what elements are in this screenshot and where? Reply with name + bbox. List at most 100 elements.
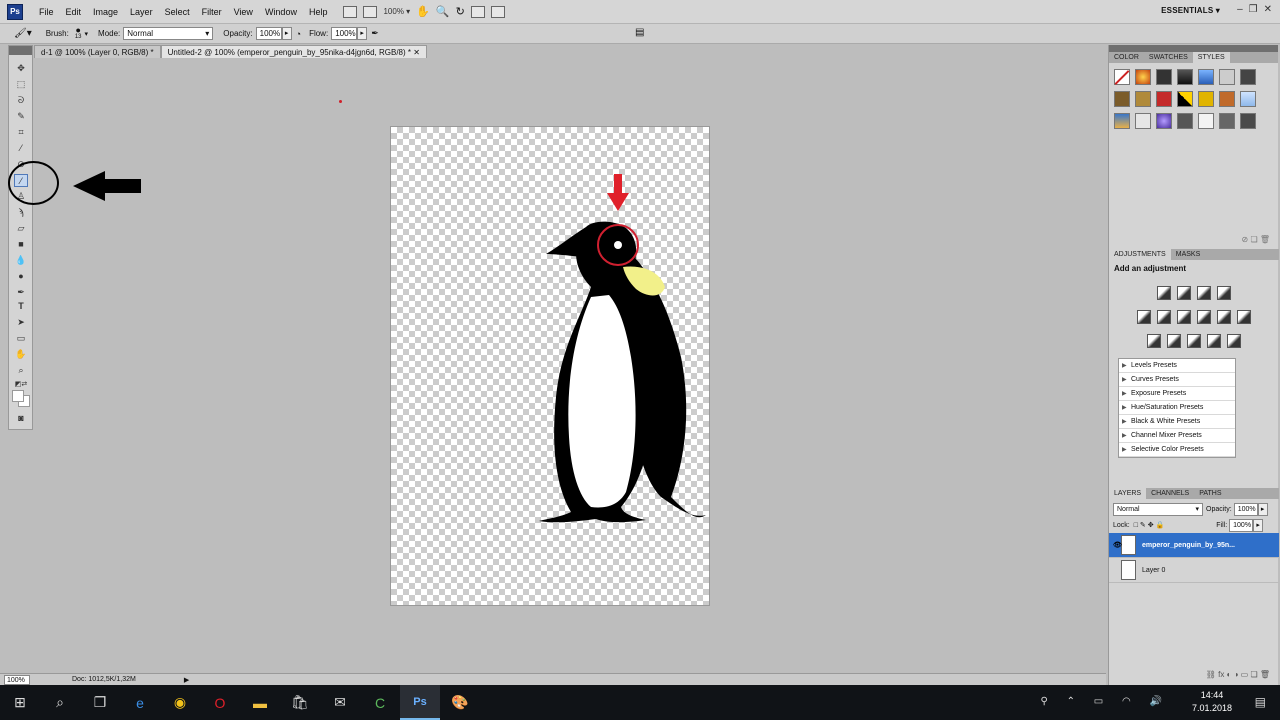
fill-field[interactable]: 100% xyxy=(1229,518,1254,532)
layer-opacity-field[interactable]: 100% xyxy=(1233,502,1258,516)
channel-mixer-icon[interactable] xyxy=(1237,310,1251,324)
style-swatch[interactable] xyxy=(1198,113,1214,129)
quick-mask-icon[interactable]: ◙ xyxy=(14,412,28,425)
view-extras-icon[interactable] xyxy=(363,5,378,18)
pressure-opacity-icon[interactable]: ◔ xyxy=(296,29,301,39)
style-swatch[interactable] xyxy=(1177,69,1193,85)
menu-help[interactable]: Help xyxy=(303,7,334,17)
style-swatch[interactable] xyxy=(1114,113,1130,129)
mode-select[interactable]: Normal ▾ xyxy=(123,27,214,40)
color-balance-icon[interactable] xyxy=(1177,310,1191,324)
menu-window[interactable]: Window xyxy=(259,7,303,17)
quick-selection-tool-icon[interactable]: ✎ xyxy=(14,110,28,123)
mail-icon[interactable]: ✉ xyxy=(320,685,360,720)
style-swatch[interactable] xyxy=(1240,69,1256,85)
panel-dock-header[interactable] xyxy=(1109,45,1278,52)
tab-swatches[interactable]: SWATCHES xyxy=(1144,52,1193,63)
tab-masks[interactable]: MASKS xyxy=(1171,249,1206,260)
preset-black-white[interactable]: Black & White Presets xyxy=(1119,415,1235,429)
style-swatch[interactable] xyxy=(1198,69,1214,85)
photo-filter-icon[interactable] xyxy=(1217,310,1231,324)
style-swatch[interactable] xyxy=(1135,69,1151,85)
preset-exposure[interactable]: Exposure Presets xyxy=(1119,387,1235,401)
tab-channels[interactable]: CHANNELS xyxy=(1146,488,1194,499)
brush-picker[interactable]: ● 13 xyxy=(75,25,82,41)
action-center-icon[interactable]: ▤ xyxy=(1255,695,1266,709)
style-swatch[interactable] xyxy=(1240,91,1256,107)
photoshop-taskbar-icon[interactable]: Ps xyxy=(400,685,440,720)
tab-document-2[interactable]: Untitled-2 @ 100% (emperor_penguin_by_95… xyxy=(160,45,427,58)
lock-icons[interactable]: □ ✎ ✥ 🔒 xyxy=(1134,521,1165,529)
style-swatch[interactable] xyxy=(1219,91,1235,107)
menu-image[interactable]: Image xyxy=(87,7,124,17)
bridge-icon[interactable] xyxy=(343,5,358,18)
start-button[interactable]: ⊞ xyxy=(0,685,40,720)
layer-row[interactable]: Layer 0 xyxy=(1109,558,1279,583)
opacity-field[interactable]: 100% xyxy=(255,27,282,40)
paint-icon[interactable]: 🎨 xyxy=(440,685,480,720)
hand-tool-icon[interactable]: ✋ xyxy=(14,348,28,361)
preset-levels[interactable]: Levels Presets xyxy=(1119,359,1235,373)
style-swatch[interactable] xyxy=(1114,69,1130,85)
restore-icon[interactable]: ❐ xyxy=(1249,4,1258,15)
exposure-icon[interactable] xyxy=(1217,286,1231,300)
menu-view[interactable]: View xyxy=(228,7,259,17)
flow-field[interactable]: 100% xyxy=(331,27,358,40)
zoom-tool-icon[interactable]: ⌕ xyxy=(14,364,28,377)
flow-slider-arrow[interactable]: ▸ xyxy=(357,27,368,40)
style-swatch[interactable] xyxy=(1114,91,1130,107)
levels-icon[interactable] xyxy=(1177,286,1191,300)
brush-picker-arrow[interactable]: ▾ xyxy=(85,30,89,38)
marquee-tool-icon[interactable]: ⬚ xyxy=(14,78,28,91)
crop-tool-icon[interactable]: ⌗ xyxy=(14,126,28,139)
layer-opacity-arrow[interactable]: ▸ xyxy=(1257,502,1268,516)
menu-edit[interactable]: Edit xyxy=(60,7,88,17)
style-swatch[interactable] xyxy=(1219,69,1235,85)
close-icon[interactable]: ✕ xyxy=(1264,4,1272,15)
screen-mode-icon[interactable] xyxy=(490,5,505,18)
preset-curves[interactable]: Curves Presets xyxy=(1119,373,1235,387)
selective-color-icon[interactable] xyxy=(1227,334,1241,348)
opera-browser-icon[interactable]: O xyxy=(200,685,240,720)
menu-layer[interactable]: Layer xyxy=(124,7,159,17)
style-swatch[interactable] xyxy=(1177,113,1193,129)
gradient-tool-icon[interactable]: ■ xyxy=(14,238,28,251)
foreground-color-swatch[interactable] xyxy=(12,390,24,402)
zoom-level-dropdown[interactable]: 100% ▾ xyxy=(383,7,410,16)
tab-layers[interactable]: LAYERS xyxy=(1109,488,1147,499)
menu-file[interactable]: File xyxy=(33,7,60,17)
airbrush-icon[interactable]: ✒ xyxy=(371,28,379,39)
minimize-icon[interactable]: – xyxy=(1237,4,1243,15)
hand-tool-icon[interactable]: ✋ xyxy=(416,5,430,18)
tab-adjustments[interactable]: ADJUSTMENTS xyxy=(1109,249,1171,260)
gradient-map-icon[interactable] xyxy=(1207,334,1221,348)
brush-panel-icon[interactable]: ▤ xyxy=(635,27,644,38)
style-swatch[interactable] xyxy=(1198,91,1214,107)
blur-tool-icon[interactable]: 💧 xyxy=(14,254,28,267)
menu-select[interactable]: Select xyxy=(159,7,196,17)
visibility-eye-icon[interactable]: 👁 xyxy=(1113,541,1122,549)
black-white-icon[interactable] xyxy=(1197,310,1211,324)
fill-arrow[interactable]: ▸ xyxy=(1253,518,1264,532)
chrome-browser-icon[interactable]: ◉ xyxy=(160,685,200,720)
store-icon[interactable]: 🛍 xyxy=(280,685,320,720)
document-canvas[interactable] xyxy=(390,126,710,606)
tab-styles[interactable]: STYLES xyxy=(1192,52,1230,63)
history-brush-tool-icon[interactable]: ϡ xyxy=(14,206,28,219)
file-explorer-icon[interactable]: ▬ xyxy=(240,685,280,720)
status-menu-arrow[interactable]: ▶ xyxy=(184,676,189,684)
style-swatch[interactable] xyxy=(1135,91,1151,107)
close-tab-icon[interactable]: ✕ xyxy=(413,48,420,57)
style-swatch[interactable] xyxy=(1156,91,1172,107)
workspace-switcher[interactable]: ESSENTIALS ▾ xyxy=(1161,6,1220,15)
preset-channel-mixer[interactable]: Channel Mixer Presets xyxy=(1119,429,1235,443)
path-selection-tool-icon[interactable]: ➤ xyxy=(14,316,28,329)
layers-panel-footer-icons[interactable]: ⛓ fx ◐ ◑ ▭ ❏ 🗑 xyxy=(1206,670,1270,679)
preset-selective-color[interactable]: Selective Color Presets xyxy=(1119,443,1235,457)
blend-mode-select[interactable]: Normal ▾ xyxy=(1113,502,1203,516)
taskbar-clock[interactable]: 14:44 7.01.2018 xyxy=(1192,689,1232,715)
tab-color[interactable]: COLOR xyxy=(1109,52,1144,63)
invert-icon[interactable] xyxy=(1147,334,1161,348)
style-swatch[interactable] xyxy=(1240,113,1256,129)
rotate-view-icon[interactable]: ↻ xyxy=(456,5,465,18)
